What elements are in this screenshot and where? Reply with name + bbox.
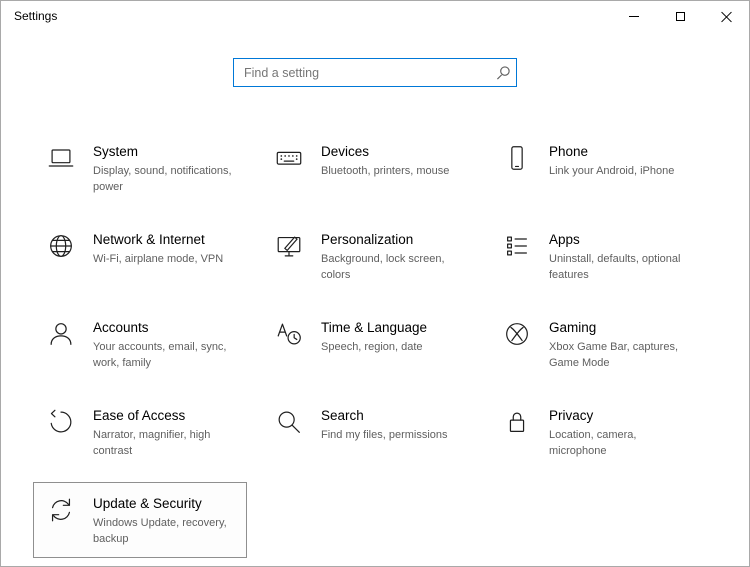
- minimize-button[interactable]: [611, 1, 657, 31]
- tile-accounts[interactable]: Accounts Your accounts, email, sync, work…: [33, 306, 247, 382]
- tile-desc: Your accounts, email, sync, work, family: [93, 341, 227, 369]
- xbox-icon: [501, 319, 533, 349]
- search-icon[interactable]: [490, 65, 516, 80]
- tile-desc: Speech, region, date: [321, 341, 423, 353]
- person-icon: [45, 319, 77, 349]
- title-bar: Settings: [1, 1, 749, 31]
- time-language-icon: [273, 319, 305, 349]
- search-input[interactable]: [234, 59, 490, 86]
- tile-title: Personalization: [321, 232, 414, 247]
- tile-title: Ease of Access: [93, 408, 186, 423]
- settings-grid: System Display, sound, notifications, pow…: [33, 130, 717, 566]
- tile-update-security[interactable]: Update & Security Windows Update, recover…: [33, 482, 247, 558]
- globe-icon: [45, 231, 77, 261]
- tile-text: Phone Link your Android, iPhone: [549, 142, 696, 180]
- tile-text: Network & Internet Wi-Fi, airplane mode, …: [93, 230, 240, 268]
- tile-devices[interactable]: Devices Bluetooth, printers, mouse: [261, 130, 475, 206]
- tile-network-internet[interactable]: Network & Internet Wi-Fi, airplane mode, …: [33, 218, 247, 294]
- tile-text: Apps Uninstall, defaults, optional featur…: [549, 230, 696, 284]
- search-row: [1, 58, 749, 87]
- tile-text: Privacy Location, camera, microphone: [549, 406, 696, 460]
- tile-text: System Display, sound, notifications, pow…: [93, 142, 240, 196]
- tile-title: Gaming: [549, 320, 597, 335]
- lock-icon: [501, 407, 533, 437]
- tile-desc: Windows Update, recovery, backup: [93, 517, 227, 545]
- tile-desc: Display, sound, notifications, power: [93, 165, 232, 193]
- tile-text: Update & Security Windows Update, recover…: [93, 494, 240, 548]
- tile-text: Personalization Background, lock screen, …: [321, 230, 468, 284]
- tile-title: Devices: [321, 144, 370, 159]
- tile-title: Search: [321, 408, 364, 423]
- tile-title: Time & Language: [321, 320, 428, 335]
- tile-desc: Background, lock screen, colors: [321, 253, 445, 281]
- maximize-button[interactable]: [657, 1, 703, 31]
- maximize-icon: [675, 11, 685, 21]
- tile-desc: Xbox Game Bar, captures, Game Mode: [549, 341, 679, 369]
- tile-apps[interactable]: Apps Uninstall, defaults, optional featur…: [489, 218, 703, 294]
- close-button[interactable]: [703, 1, 749, 31]
- tile-desc: Narrator, magnifier, high contrast: [93, 429, 211, 457]
- tile-text: Ease of Access Narrator, magnifier, high …: [93, 406, 240, 460]
- tile-desc: Find my files, permissions: [321, 429, 448, 441]
- tile-title: Update & Security: [93, 496, 202, 511]
- tile-title: Phone: [549, 144, 589, 159]
- window-controls: [611, 1, 749, 31]
- tile-ease-of-access[interactable]: Ease of Access Narrator, magnifier, high …: [33, 394, 247, 470]
- tile-title: Privacy: [549, 408, 594, 423]
- phone-icon: [501, 143, 533, 173]
- minimize-icon: [629, 15, 639, 17]
- ease-of-access-icon: [45, 407, 77, 437]
- tile-time-language[interactable]: Time & Language Speech, region, date: [261, 306, 475, 382]
- tile-text: Devices Bluetooth, printers, mouse: [321, 142, 468, 180]
- tile-title: System: [93, 144, 139, 159]
- tile-text: Search Find my files, permissions: [321, 406, 468, 444]
- tile-text: Time & Language Speech, region, date: [321, 318, 468, 356]
- tile-title: Apps: [549, 232, 580, 247]
- tile-system[interactable]: System Display, sound, notifications, pow…: [33, 130, 247, 206]
- personalization-icon: [273, 231, 305, 261]
- close-icon: [721, 11, 732, 22]
- tile-title: Network & Internet: [93, 232, 205, 247]
- tile-text: Accounts Your accounts, email, sync, work…: [93, 318, 240, 372]
- tile-privacy[interactable]: Privacy Location, camera, microphone: [489, 394, 703, 470]
- tile-desc: Link your Android, iPhone: [549, 165, 675, 177]
- tile-desc: Wi-Fi, airplane mode, VPN: [93, 253, 224, 265]
- tile-title: Accounts: [93, 320, 149, 335]
- update-icon: [45, 495, 77, 525]
- window-title: Settings: [14, 9, 58, 23]
- laptop-icon: [45, 143, 77, 173]
- tile-personalization[interactable]: Personalization Background, lock screen, …: [261, 218, 475, 294]
- devices-icon: [273, 143, 305, 173]
- settings-window: Settings System Display, sound, notificat…: [0, 0, 750, 567]
- tile-phone[interactable]: Phone Link your Android, iPhone: [489, 130, 703, 206]
- tile-desc: Uninstall, defaults, optional features: [549, 253, 681, 281]
- apps-list-icon: [501, 231, 533, 261]
- tile-text: Gaming Xbox Game Bar, captures, Game Mode: [549, 318, 696, 372]
- tile-desc: Location, camera, microphone: [549, 429, 637, 457]
- tile-desc: Bluetooth, printers, mouse: [321, 165, 450, 177]
- tile-search[interactable]: Search Find my files, permissions: [261, 394, 475, 470]
- search-box: [233, 58, 517, 87]
- search-icon: [273, 407, 305, 437]
- tile-gaming[interactable]: Gaming Xbox Game Bar, captures, Game Mode: [489, 306, 703, 382]
